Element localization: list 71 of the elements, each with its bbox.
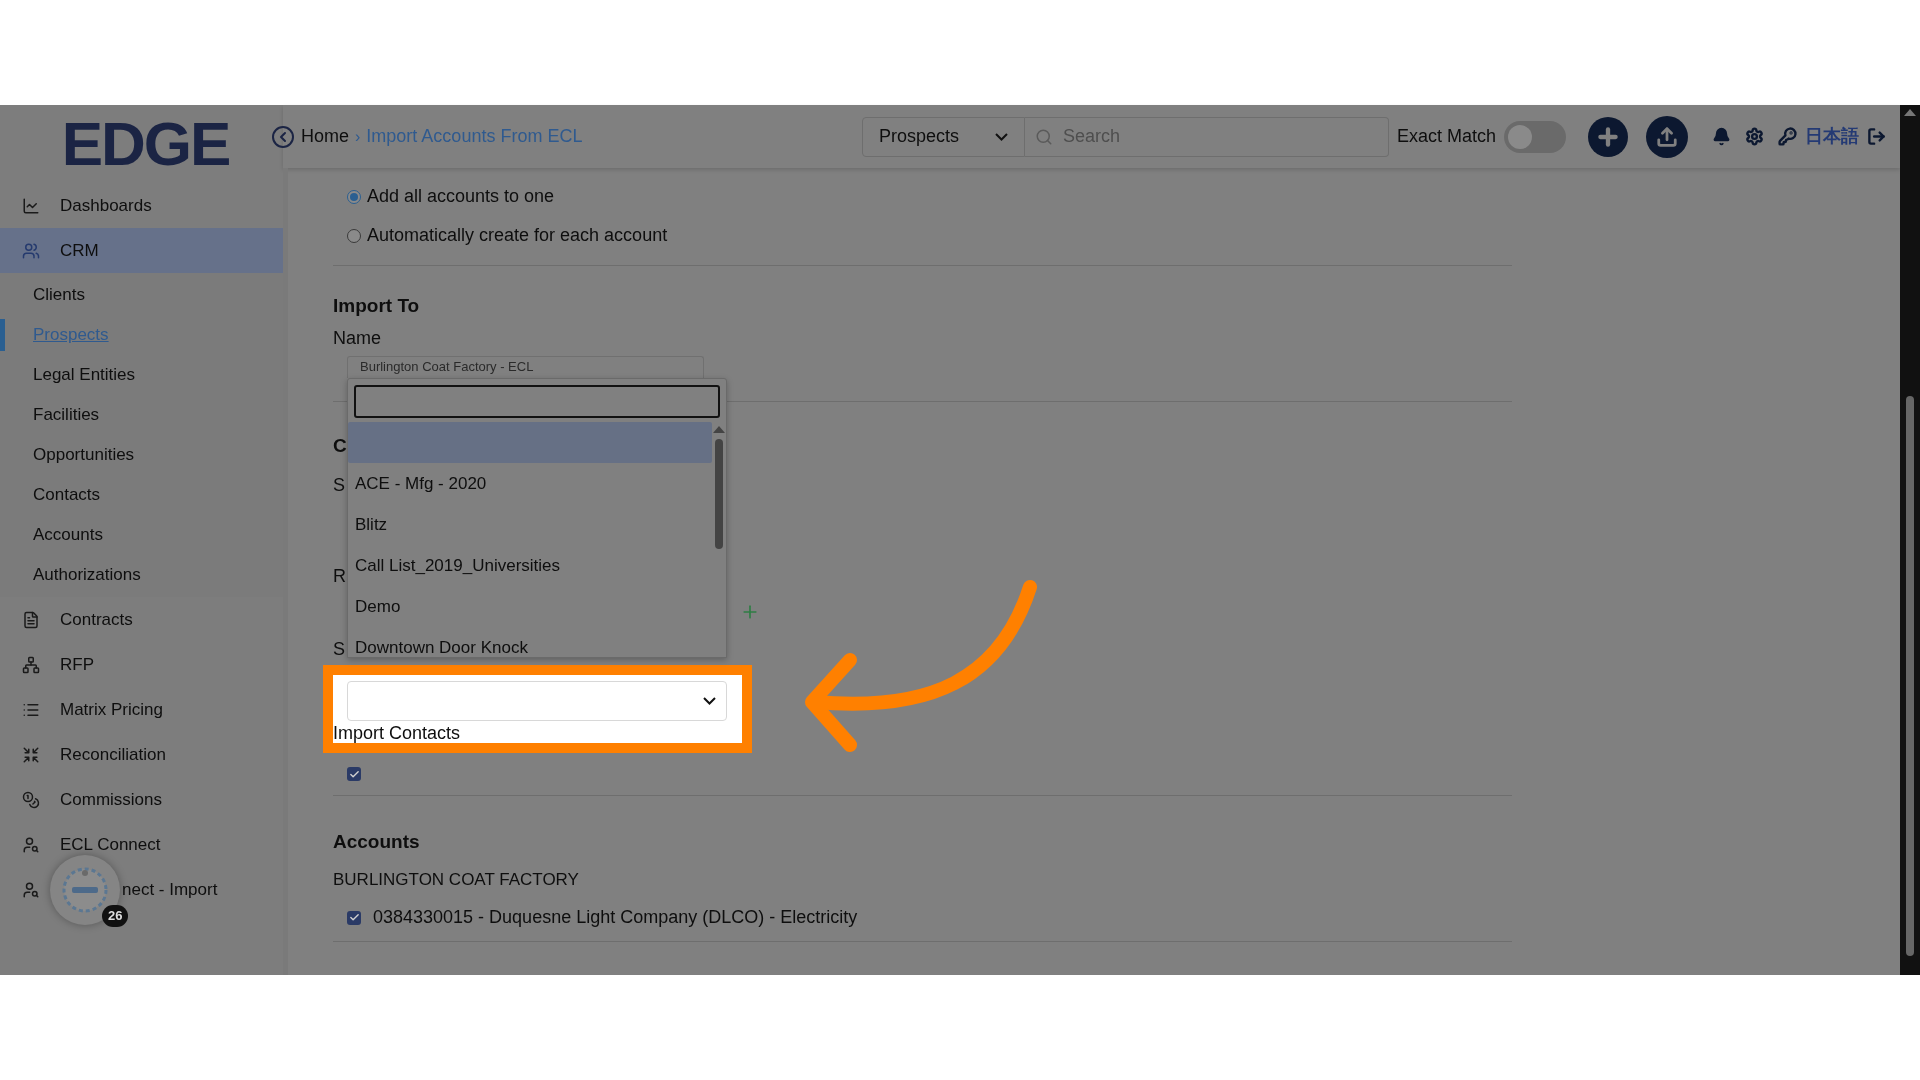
sidebar-item[interactable]: Matrix Pricing bbox=[0, 687, 283, 732]
logout-icon[interactable] bbox=[1867, 127, 1886, 146]
add-button[interactable] bbox=[1588, 116, 1628, 157]
scrollbar[interactable] bbox=[1900, 105, 1920, 975]
sidebar-item[interactable]: Reconciliation bbox=[0, 732, 283, 777]
dropdown-option[interactable]: Demo bbox=[348, 586, 712, 627]
user-search-icon bbox=[22, 880, 40, 899]
network-icon bbox=[22, 655, 40, 674]
sidebar-subitem[interactable]: Opportunities bbox=[33, 442, 135, 468]
logo[interactable]: EDGE bbox=[61, 113, 230, 175]
sidebar-subitem[interactable]: Clients bbox=[33, 282, 85, 308]
user-search-icon bbox=[22, 835, 40, 854]
breadcrumb-link[interactable]: Home bbox=[301, 123, 349, 150]
bell-icon[interactable] bbox=[1712, 127, 1731, 146]
sidebar-item[interactable]: CRM bbox=[0, 228, 283, 273]
radio-label: Add all accounts to one bbox=[367, 185, 555, 208]
account-group-label: BURLINGTON COAT FACTORY bbox=[333, 868, 580, 891]
partial-field-label: S bbox=[333, 638, 345, 661]
dropdown-option[interactable]: Call List_2019_Universities bbox=[348, 545, 712, 586]
section-title: Import To bbox=[333, 294, 421, 318]
partial-field-label: S bbox=[333, 474, 345, 497]
partial-section-title: C bbox=[333, 433, 347, 458]
scrollbar-thumb[interactable] bbox=[715, 439, 723, 549]
checkbox[interactable] bbox=[347, 767, 361, 781]
dropdown-search-field[interactable] bbox=[354, 385, 720, 418]
section-title: Accounts bbox=[333, 830, 421, 854]
language-link[interactable]: 日本語 bbox=[1805, 123, 1859, 150]
name-field[interactable]: Burlington Coat Factory - ECL bbox=[347, 355, 704, 378]
toggle-switch[interactable] bbox=[1504, 120, 1566, 153]
people-icon bbox=[22, 241, 40, 260]
sidebar-subitem[interactable]: Authorizations bbox=[33, 562, 141, 588]
chevron-down-icon bbox=[994, 132, 1008, 141]
key-icon[interactable] bbox=[1778, 127, 1797, 146]
sidebar-subitem[interactable]: Contacts bbox=[33, 482, 101, 508]
scroll-up-arrow-icon[interactable] bbox=[1904, 109, 1916, 116]
shrink-arrows-icon bbox=[22, 745, 40, 764]
dropdown-option[interactable]: Blitz bbox=[348, 504, 712, 545]
breadcrumb-separator: › bbox=[355, 126, 361, 147]
chevron-down-icon bbox=[703, 697, 716, 705]
select-field[interactable] bbox=[347, 681, 727, 721]
partial-field-label: R bbox=[333, 565, 346, 588]
sidebar-item[interactable]: ECL Connect bbox=[0, 822, 283, 867]
sidebar-item[interactable]: RFP bbox=[0, 642, 283, 687]
active-indicator bbox=[0, 319, 5, 351]
field-label: Import Contacts bbox=[333, 723, 462, 743]
sidebar-item[interactable]: Dashboards bbox=[0, 183, 283, 228]
sidebar-subitem[interactable]: Legal Entities bbox=[33, 362, 136, 388]
module-select[interactable]: Prospects bbox=[861, 116, 1025, 157]
coins-icon bbox=[22, 790, 40, 809]
sidebar-item[interactable]: Commissions bbox=[0, 777, 283, 822]
breadcrumb-current: Import Accounts From ECL bbox=[366, 125, 583, 148]
upload-icon bbox=[1656, 125, 1678, 148]
radio-button[interactable] bbox=[347, 228, 361, 243]
sidebar-subitem[interactable]: Facilities bbox=[33, 402, 100, 428]
radio-button[interactable] bbox=[347, 189, 361, 204]
account-label: 0384330015 - Duquesne Light Company (DLCO) - Electricity bbox=[373, 906, 858, 929]
document-icon bbox=[22, 610, 40, 629]
upload-button[interactable] bbox=[1646, 115, 1688, 158]
sidebar-item[interactable]: Contracts bbox=[0, 597, 283, 642]
exact-match-label: Exact Match bbox=[1396, 125, 1496, 148]
sidebar-subitem[interactable]: Accounts bbox=[33, 522, 103, 548]
search-icon bbox=[1034, 127, 1053, 146]
field-label: Name bbox=[333, 326, 382, 350]
settings-icon[interactable] bbox=[1745, 127, 1764, 146]
scroll-up-arrow-icon[interactable] bbox=[713, 426, 725, 433]
checkbox[interactable] bbox=[347, 910, 361, 925]
back-icon[interactable] bbox=[271, 124, 295, 149]
radio-label: Automatically create for each account bbox=[367, 224, 668, 247]
dropdown-option[interactable]: ACE - Mfg - 2020 bbox=[348, 463, 712, 504]
dropdown-option[interactable]: Downtown Door Knock bbox=[348, 627, 712, 657]
line-chart-icon bbox=[22, 196, 40, 215]
